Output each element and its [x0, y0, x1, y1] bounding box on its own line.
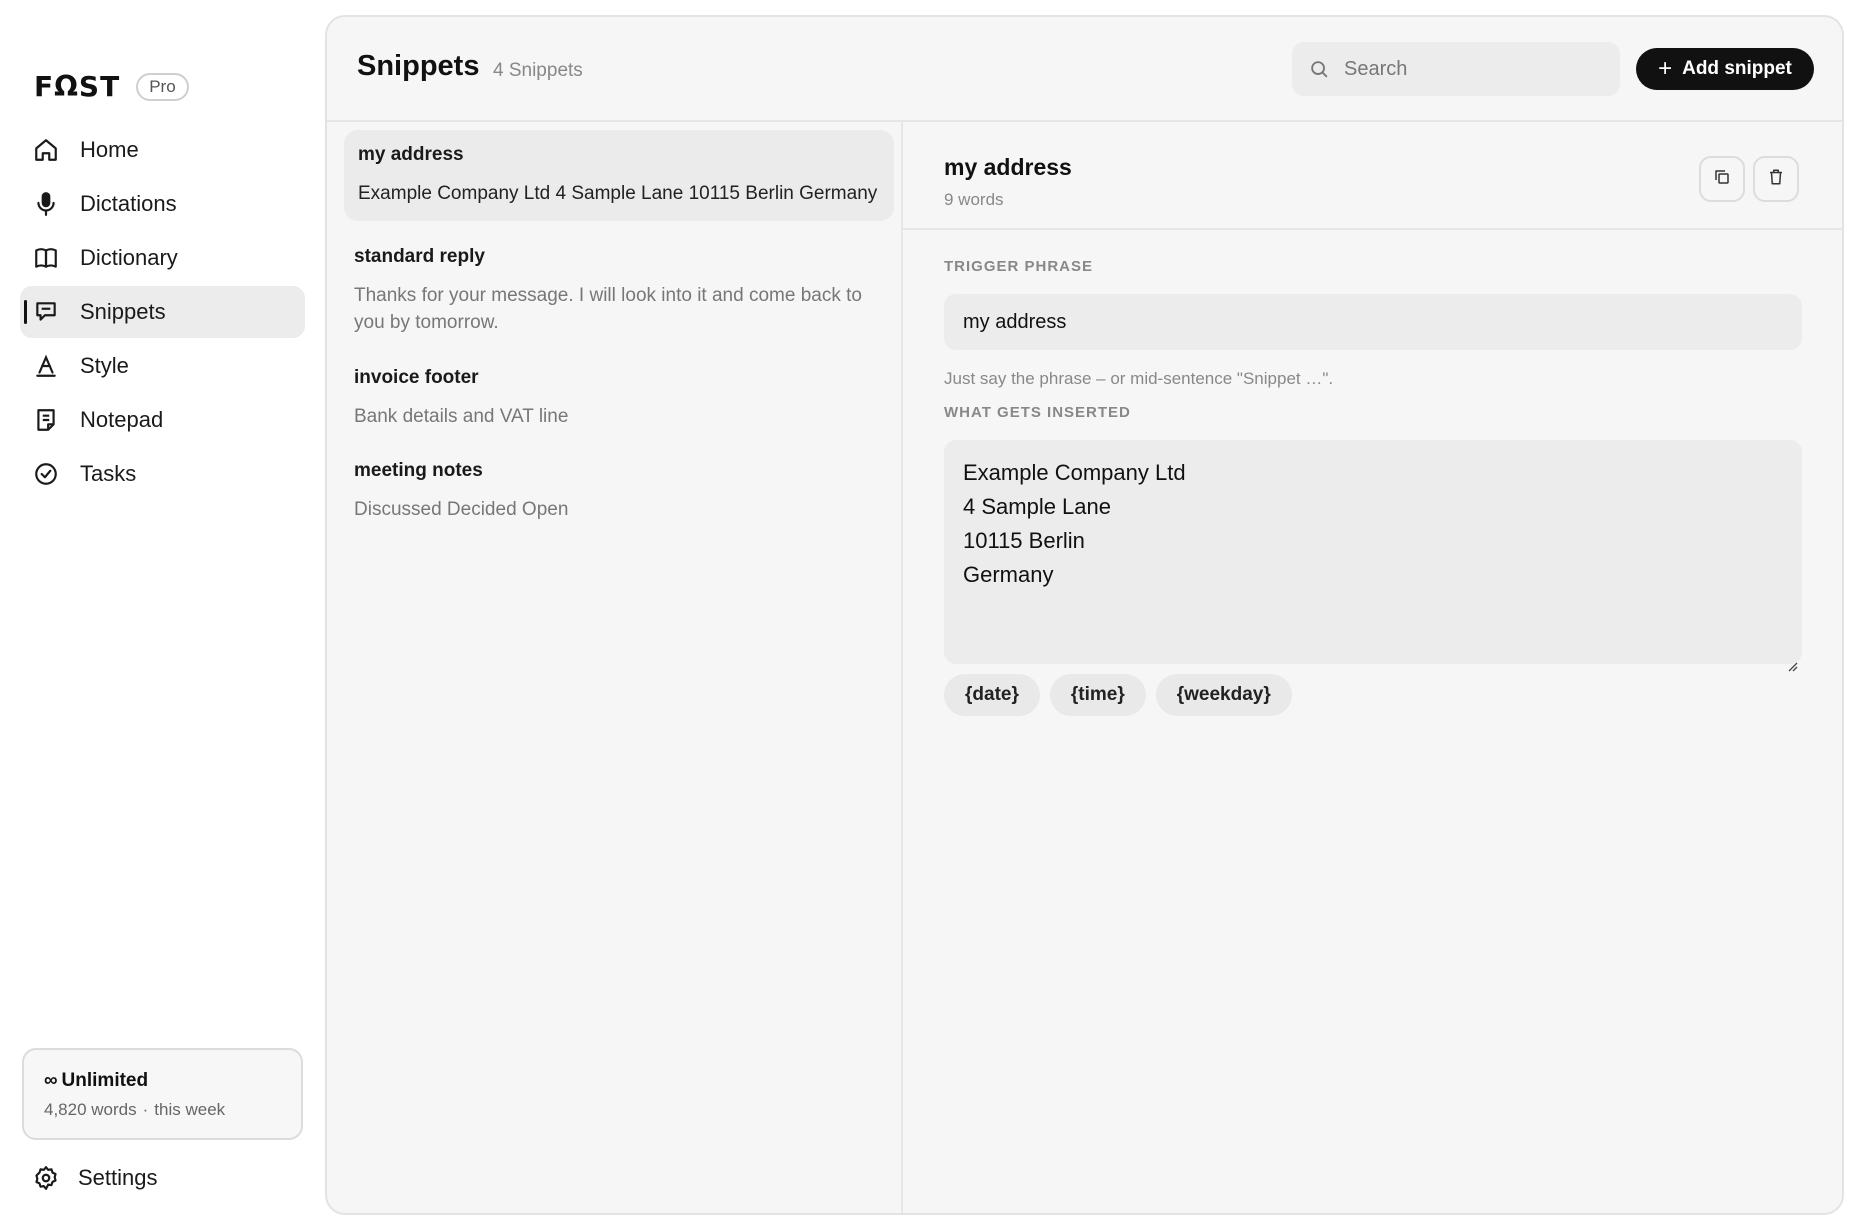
- usage-stats: 4,820 words · this week: [44, 1100, 281, 1120]
- active-indicator: [24, 300, 27, 324]
- sidebar-item-snippets[interactable]: Snippets: [20, 286, 305, 338]
- trash-icon: [1767, 168, 1785, 191]
- style-icon: [32, 352, 60, 380]
- usage-plan: ∞ Unlimited: [44, 1070, 281, 1092]
- search-box[interactable]: [1292, 42, 1620, 96]
- sidebar-item-notepad[interactable]: Notepad: [20, 394, 305, 446]
- list-item[interactable]: meeting notes Discussed Decided Open: [340, 446, 890, 537]
- sidebar-item-label: Dictations: [80, 191, 177, 216]
- list-item[interactable]: standard reply Thanks for your message. …: [340, 232, 890, 350]
- usage-card: ∞ Unlimited 4,820 words · this week: [22, 1048, 303, 1140]
- plus-icon: +: [1658, 55, 1673, 82]
- snippet-list: my address Example Company Ltd 4 Sample …: [327, 122, 903, 1213]
- sidebar-item-label: Snippets: [80, 299, 166, 324]
- trigger-phrase-label: TRIGGER PHRASE: [944, 258, 1094, 275]
- resize-handle-icon[interactable]: [1786, 648, 1798, 672]
- add-snippet-label: Add snippet: [1682, 58, 1792, 79]
- add-snippet-button[interactable]: + Add snippet: [1636, 48, 1814, 90]
- snippet-count: 4 Snippets: [493, 60, 583, 81]
- main-panel: Snippets 4 Snippets + Add snippet my add…: [325, 15, 1844, 1215]
- snippet-preview: Example Company Ltd 4 Sample Lane 10115 …: [358, 183, 878, 204]
- snippet-title: meeting notes: [354, 460, 483, 481]
- detail-title: my address: [944, 154, 1072, 180]
- insert-line: Example Company Ltd: [963, 460, 1186, 485]
- usage-period: this week: [154, 1100, 226, 1119]
- copy-button[interactable]: [1699, 156, 1745, 202]
- variable-chip-weekday[interactable]: {weekday}: [1155, 674, 1292, 716]
- sidebar-item-tasks[interactable]: Tasks: [20, 448, 305, 500]
- sidebar-item-dictionary[interactable]: Dictionary: [20, 232, 305, 284]
- sidebar-item-label: Notepad: [80, 407, 164, 432]
- sidebar-item-label: Dictionary: [80, 245, 178, 270]
- insert-line: 4 Sample Lane: [963, 494, 1111, 519]
- snippets-icon: [32, 298, 60, 326]
- sidebar-item-label: Home: [80, 137, 139, 162]
- infinity-symbol: ∞: [44, 1070, 58, 1091]
- brand: FΩST Pro: [34, 73, 189, 101]
- variable-chips: {date} {time} {weekday}: [944, 674, 1292, 716]
- check-circle-icon: [32, 460, 60, 488]
- page-title: Snippets: [357, 50, 480, 82]
- sidebar-item-dictations[interactable]: Dictations: [20, 178, 305, 230]
- sidebar-item-label: Tasks: [80, 461, 137, 486]
- snippet-title: standard reply: [354, 246, 485, 267]
- app-window: FΩST Pro Home Dictations Dictionary Snip…: [0, 0, 1860, 1230]
- insert-line: 10115 Berlin: [963, 528, 1085, 553]
- app-logo: FΩST: [34, 70, 121, 103]
- copy-icon: [1713, 168, 1731, 191]
- word-count: 9 words: [944, 190, 1004, 209]
- page-header: Snippets 4 Snippets + Add snippet: [327, 17, 1842, 122]
- plan-badge: Pro: [136, 73, 189, 101]
- snippet-preview: Discussed Decided Open: [354, 499, 569, 520]
- list-item[interactable]: my address Example Company Ltd 4 Sample …: [344, 130, 894, 221]
- settings-label: Settings: [78, 1165, 158, 1190]
- usage-plan-label: Unlimited: [61, 1070, 149, 1091]
- snippet-preview: Thanks for your message. I will look int…: [354, 285, 862, 333]
- list-item[interactable]: invoice footer Bank details and VAT line: [340, 353, 890, 444]
- snippet-preview: Bank details and VAT line: [354, 406, 569, 427]
- microphone-icon: [32, 190, 60, 218]
- search-icon: [1308, 58, 1330, 80]
- trigger-phrase-input[interactable]: [944, 294, 1802, 350]
- variable-chip-time[interactable]: {time}: [1049, 674, 1146, 716]
- sidebar-item-style[interactable]: Style: [20, 340, 305, 392]
- insert-text-label: WHAT GETS INSERTED: [944, 404, 1131, 421]
- gear-icon: [32, 1164, 60, 1192]
- search-input[interactable]: [1344, 57, 1604, 81]
- snippet-detail: my address 9 words TRIGGER PHRASE Just s…: [903, 122, 1842, 1213]
- sidebar-item-home[interactable]: Home: [20, 124, 305, 176]
- delete-button[interactable]: [1753, 156, 1799, 202]
- snippet-title: my address: [358, 144, 464, 165]
- insert-text-area[interactable]: Example Company Ltd 4 Sample Lane 10115 …: [944, 440, 1802, 672]
- trigger-hint: Just say the phrase – or mid-sentence "S…: [944, 369, 1334, 388]
- sidebar-item-settings[interactable]: Settings: [32, 1164, 158, 1192]
- usage-word-count: 4,820 words: [44, 1100, 137, 1119]
- insert-line: Germany: [963, 562, 1054, 587]
- variable-chip-date[interactable]: {date}: [944, 674, 1040, 716]
- sidebar-nav: Home Dictations Dictionary Snippets Styl…: [20, 124, 305, 502]
- sidebar-item-label: Style: [80, 353, 129, 378]
- notepad-icon: [32, 406, 60, 434]
- book-icon: [32, 244, 60, 272]
- snippet-title: invoice footer: [354, 367, 479, 388]
- detail-header: my address 9 words: [903, 122, 1842, 230]
- usage-separator: ·: [142, 1100, 149, 1119]
- home-icon: [32, 136, 60, 164]
- sidebar: FΩST Pro Home Dictations Dictionary Snip…: [0, 0, 325, 1230]
